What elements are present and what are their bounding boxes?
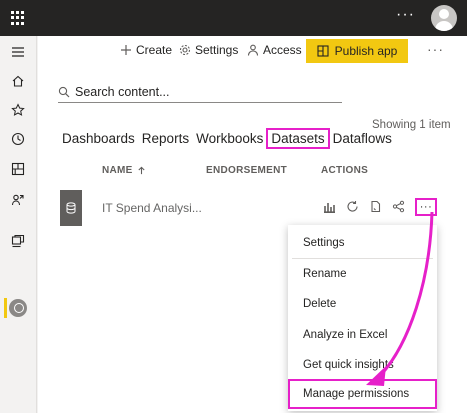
settings-button[interactable]: Settings (179, 43, 238, 57)
item-count: Showing 1 item (372, 119, 451, 131)
tab-datasets[interactable]: Datasets (266, 128, 330, 149)
apps-icon[interactable] (9, 160, 27, 178)
publish-app-button[interactable]: Publish app (306, 39, 408, 63)
create-label: Create (136, 43, 173, 57)
tab-reports[interactable]: Reports (142, 131, 189, 146)
more-options-icon[interactable]: ··· (396, 6, 415, 24)
user-avatar[interactable] (431, 5, 457, 31)
tab-workbooks[interactable]: Workbooks (196, 131, 263, 146)
menu-item-manage-permissions[interactable]: Manage permissions (288, 379, 437, 409)
column-endorsement-label: ENDORSEMENT (206, 165, 288, 176)
more-actions-icon[interactable]: ··· (427, 41, 444, 57)
menu-item-get-quick-insights[interactable]: Get quick insights (288, 350, 437, 380)
recent-icon[interactable] (9, 130, 27, 148)
menu-item-settings[interactable]: Settings (288, 228, 437, 258)
refresh-icon[interactable] (345, 199, 359, 213)
context-menu: Settings Rename Delete Analyze in Excel … (288, 225, 437, 411)
dataset-name[interactable]: IT Spend Analysi... (102, 201, 202, 215)
active-indicator (4, 298, 7, 318)
search-input[interactable] (75, 84, 325, 99)
gear-icon (179, 44, 191, 56)
more-options-button[interactable]: ··· (415, 198, 437, 216)
share-icon[interactable] (391, 199, 405, 213)
row-actions (322, 199, 405, 213)
sort-ascending-icon (138, 166, 145, 175)
home-icon[interactable] (9, 72, 27, 90)
hamburger-icon[interactable] (9, 43, 27, 61)
schedule-refresh-icon[interactable] (368, 199, 382, 213)
publish-label: Publish app (334, 44, 398, 58)
access-label: Access (263, 43, 302, 57)
person-icon (247, 44, 259, 56)
workspace-avatar[interactable] (9, 299, 27, 317)
table-row[interactable]: IT Spend Analysi... ··· (60, 190, 445, 226)
dataset-icon (60, 190, 82, 226)
waffle-icon[interactable] (11, 11, 25, 25)
menu-item-rename[interactable]: Rename (288, 259, 437, 289)
create-report-icon[interactable] (322, 199, 336, 213)
search-icon (58, 86, 70, 97)
menu-item-delete[interactable]: Delete (288, 289, 437, 319)
shared-with-me-icon[interactable] (9, 191, 27, 209)
main-content: Create Settings Access Publish app ··· D… (38, 36, 467, 413)
plus-icon (121, 45, 131, 55)
action-bar: Create Settings Access Publish app ··· (38, 36, 467, 66)
access-button[interactable]: Access (247, 43, 302, 57)
content-tabs: Dashboards Reports Workbooks Datasets Da… (62, 128, 399, 149)
column-endorsement-header: ENDORSEMENT (206, 165, 287, 176)
left-nav (0, 36, 37, 413)
tab-dataflows[interactable]: Dataflows (333, 131, 392, 146)
create-button[interactable]: Create (120, 43, 172, 57)
column-name-label: NAME (102, 165, 133, 176)
tab-dashboards[interactable]: Dashboards (62, 131, 135, 146)
workspaces-icon[interactable] (9, 232, 27, 250)
menu-item-analyze-in-excel[interactable]: Analyze in Excel (288, 320, 437, 350)
favorites-icon[interactable] (9, 101, 27, 119)
app-icon (317, 45, 329, 57)
column-actions-label: ACTIONS (321, 165, 369, 176)
column-actions-header: ACTIONS (321, 165, 368, 176)
settings-label: Settings (195, 43, 239, 57)
search-box[interactable] (58, 81, 342, 103)
top-bar: ··· (0, 0, 467, 36)
column-name-header[interactable]: NAME (102, 165, 146, 176)
